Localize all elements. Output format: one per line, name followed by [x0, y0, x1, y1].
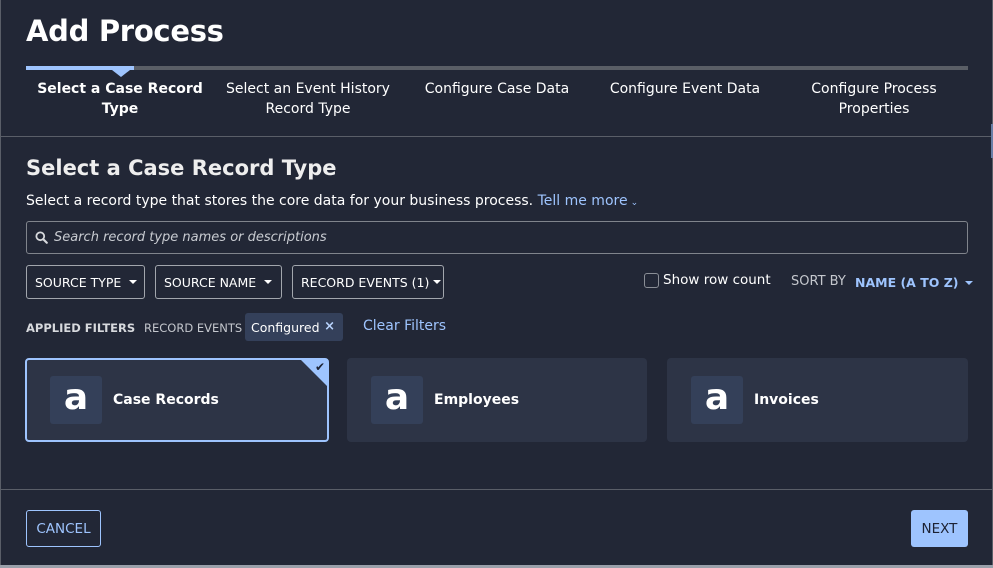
stepper-track: [26, 66, 968, 70]
step-configure-event-data: Configure Event Data: [609, 81, 761, 97]
applied-filter-group-label: RECORD EVENTS: [144, 321, 243, 335]
caret-down-icon: [129, 280, 138, 284]
remove-filter-icon[interactable]: ×: [324, 319, 335, 334]
dialog-title: Add Process: [26, 14, 224, 48]
sort-by-label: SORT BY: [791, 274, 846, 289]
source-name-label: SOURCE NAME: [164, 274, 257, 290]
record-type-icon: a: [371, 376, 423, 424]
record-card-employees[interactable]: a Employees: [347, 358, 647, 442]
sort-by-value: NAME (A TO Z): [855, 275, 959, 290]
step-configure-process-properties: Configure Process Properties: [811, 81, 937, 117]
search-field[interactable]: [26, 221, 968, 254]
next-button[interactable]: NEXT: [911, 510, 968, 547]
show-row-count-checkbox[interactable]: [644, 272, 659, 288]
record-events-dropdown[interactable]: RECORD EVENTS (1): [292, 265, 444, 299]
section-description: Select a record type that stores the cor…: [26, 193, 638, 209]
show-row-count-toggle[interactable]: Show row count: [644, 272, 771, 288]
clear-filters-link[interactable]: Clear Filters: [363, 318, 446, 334]
caret-down-icon: [264, 280, 273, 284]
tell-me-more-link[interactable]: Tell me more ⌄: [538, 193, 639, 209]
footer-divider: [1, 489, 993, 490]
record-events-label: RECORD EVENTS (1): [301, 274, 430, 290]
cancel-button[interactable]: CANCEL: [26, 510, 101, 547]
source-type-dropdown[interactable]: SOURCE TYPE: [26, 265, 145, 299]
caret-down-icon: [433, 280, 442, 284]
stepper: Select a Case Record Type Select an Even…: [26, 66, 968, 126]
filter-chip-label: Configured: [251, 319, 320, 335]
stepper-pointer: [112, 70, 130, 77]
record-card-invoices[interactable]: a Invoices: [667, 358, 968, 442]
description-text: Select a record type that stores the cor…: [26, 193, 534, 209]
record-name: Case Records: [113, 392, 219, 408]
caret-down-icon: [964, 280, 973, 285]
step-select-event-history-record-type: Select an Event History Record Type: [226, 81, 390, 117]
applied-filters-label: APPLIED FILTERS: [26, 321, 136, 335]
tell-me-more-label: Tell me more: [537, 193, 628, 209]
record-name: Employees: [434, 392, 520, 408]
search-icon: [35, 231, 48, 244]
step-configure-case-data: Configure Case Data: [424, 81, 570, 97]
checkmark-icon: ✔: [314, 360, 325, 374]
record-card-case-records[interactable]: a Case Records ✔: [25, 358, 329, 442]
header-divider: [1, 136, 993, 137]
add-process-dialog: Add Process Select a Case Record Type Se…: [0, 0, 993, 568]
record-type-icon: a: [691, 376, 743, 424]
search-input[interactable]: [48, 222, 967, 253]
filter-chip-configured: Configured ×: [245, 313, 343, 341]
section-title: Select a Case Record Type: [26, 156, 337, 180]
step-select-case-record-type: Select a Case Record Type: [37, 81, 203, 117]
record-name: Invoices: [754, 392, 819, 408]
sort-by-dropdown[interactable]: NAME (A TO Z): [855, 275, 973, 290]
show-row-count-label: Show row count: [663, 272, 771, 288]
chevron-down-icon: ⌄: [630, 198, 639, 208]
source-type-label: SOURCE TYPE: [35, 274, 122, 290]
source-name-dropdown[interactable]: SOURCE NAME: [155, 265, 282, 299]
record-type-icon: a: [50, 376, 102, 424]
